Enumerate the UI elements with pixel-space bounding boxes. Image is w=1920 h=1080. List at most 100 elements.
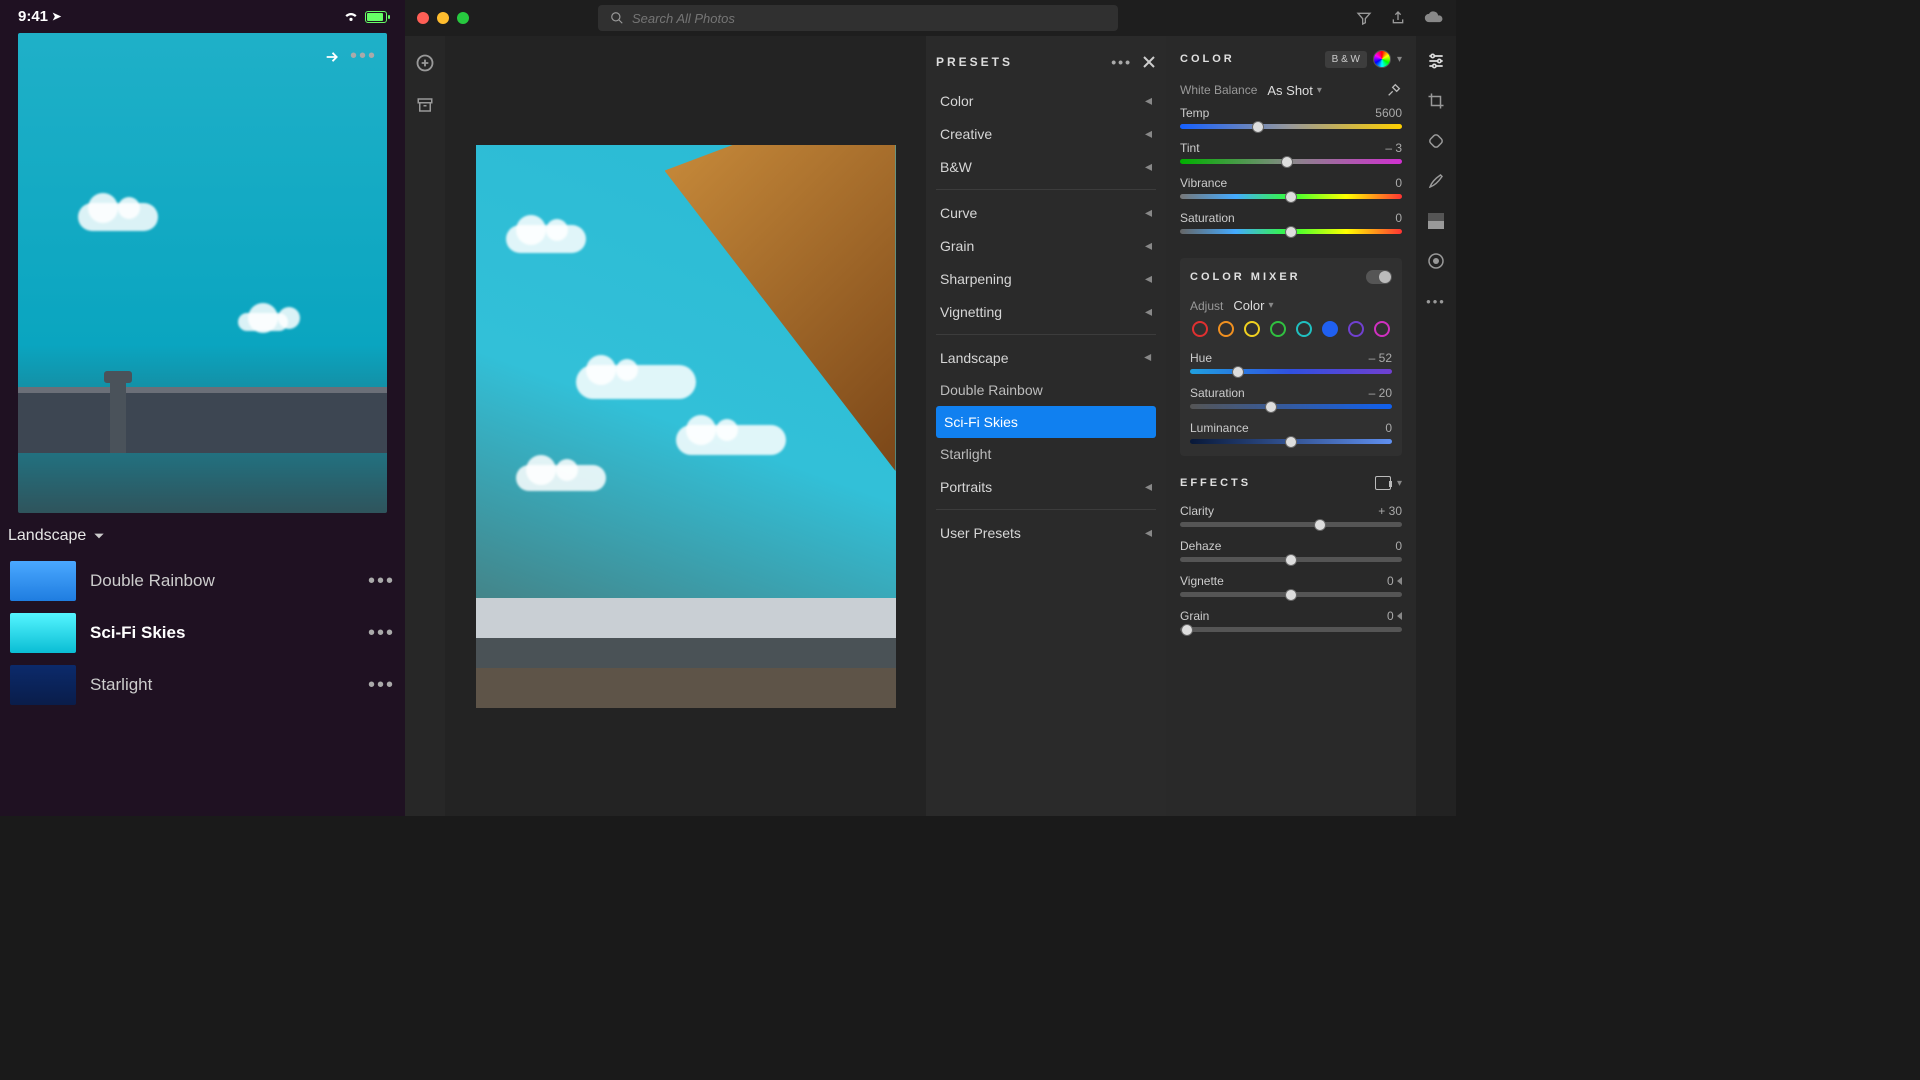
radial-gradient-icon[interactable] [1425, 250, 1447, 272]
color-swatch-row [1190, 317, 1392, 347]
crop-icon[interactable] [1425, 90, 1447, 112]
chevron-down-icon[interactable]: ▾ [1397, 478, 1402, 489]
color-swatch[interactable] [1218, 321, 1234, 337]
close-presets-button[interactable] [1142, 55, 1156, 69]
preset-group-user[interactable]: User Presets ◂ [936, 516, 1156, 549]
main-photo [476, 145, 896, 708]
adjust-select[interactable]: Color ▾ [1233, 298, 1273, 313]
presets-panel-header: PRESETS ••• [936, 50, 1156, 84]
mobile-preset-row[interactable]: Double Rainbow ••• [0, 555, 405, 607]
minimize-window-button[interactable] [437, 12, 449, 24]
search-icon [610, 11, 624, 25]
eyedropper-icon[interactable] [1386, 82, 1402, 98]
search-input[interactable] [632, 11, 1106, 26]
preset-more-button[interactable]: ••• [368, 674, 395, 697]
vignette-slider[interactable]: Vignette 0 [1180, 570, 1402, 605]
preset-more-button[interactable]: ••• [368, 622, 395, 645]
add-photo-button[interactable] [414, 52, 436, 74]
preset-name: Sci-Fi Skies [90, 623, 354, 643]
chevron-left-icon: ◂ [1145, 158, 1152, 175]
preset-item[interactable]: Double Rainbow [936, 374, 1156, 406]
color-section: COLOR B & W ▾ White Balance As Shot ▾ [1180, 46, 1402, 242]
share-icon[interactable] [1390, 10, 1406, 26]
luminance-slider[interactable]: Luminance 0 [1190, 417, 1392, 452]
saturation-slider[interactable]: Saturation 0 [1180, 207, 1402, 242]
mobile-preset-row[interactable]: Sci-Fi Skies ••• [0, 607, 405, 659]
window-controls[interactable] [417, 12, 469, 24]
grain-slider[interactable]: Grain 0 [1180, 605, 1402, 640]
white-balance-select[interactable]: As Shot ▾ [1267, 83, 1322, 98]
white-balance-row[interactable]: White Balance As Shot ▾ [1180, 78, 1402, 102]
color-mixer-section: COLOR MIXER Adjust Color ▾ Hue – 52 Satu… [1180, 258, 1402, 456]
sliders-panel-icon[interactable] [1425, 50, 1447, 72]
title-bar [405, 0, 1456, 36]
expand-caret-icon[interactable] [1397, 577, 1402, 585]
chevron-left-icon: ◂ [1145, 204, 1152, 221]
color-swatch[interactable] [1296, 321, 1312, 337]
zoom-window-button[interactable] [457, 12, 469, 24]
color-swatch[interactable] [1192, 321, 1208, 337]
chevron-down-icon[interactable]: ▾ [1397, 54, 1402, 65]
left-tool-rail [405, 36, 445, 816]
desktop-app: PRESETS ••• Color◂Creative◂B&W◂ Curve◂Gr… [405, 0, 1456, 816]
filter-icon[interactable] [1356, 10, 1372, 26]
color-profile-button[interactable] [1373, 50, 1391, 68]
mobile-preset-row[interactable]: Starlight ••• [0, 659, 405, 711]
battery-icon [365, 11, 387, 23]
heal-icon[interactable] [1425, 130, 1447, 152]
bw-toggle-button[interactable]: B & W [1325, 51, 1367, 68]
brush-icon[interactable] [1425, 170, 1447, 192]
color-mixer-title: COLOR MIXER [1190, 271, 1301, 283]
share-icon[interactable] [320, 47, 340, 67]
chevron-left-icon: ◂ [1145, 478, 1152, 495]
color-swatch[interactable] [1322, 321, 1338, 337]
preset-group-label: Landscape [8, 527, 86, 545]
preset-category-curve[interactable]: Curve◂ [936, 196, 1156, 229]
chevron-left-icon: ◂ [1145, 270, 1152, 287]
preset-category-vignetting[interactable]: Vignetting◂ [936, 295, 1156, 328]
location-arrow-icon: ➤ [52, 10, 61, 23]
more-tools-icon[interactable]: ••• [1425, 290, 1447, 312]
clarity-slider[interactable]: Clarity + 30 [1180, 500, 1402, 535]
preset-category-grain[interactable]: Grain◂ [936, 229, 1156, 262]
preset-category-bw[interactable]: B&W◂ [936, 150, 1156, 183]
preset-more-button[interactable]: ••• [368, 570, 395, 593]
tint-slider[interactable]: Tint – 3 [1180, 137, 1402, 172]
preset-name: Double Rainbow [90, 571, 354, 591]
color-swatch[interactable] [1270, 321, 1286, 337]
preset-item[interactable]: Starlight [936, 438, 1156, 470]
vibrance-slider[interactable]: Vibrance 0 [1180, 172, 1402, 207]
effects-mode-icon[interactable] [1375, 476, 1391, 490]
preset-group-portraits[interactable]: Portraits ◂ [936, 470, 1156, 503]
chevron-left-icon: ◂ [1145, 92, 1152, 109]
color-swatch[interactable] [1244, 321, 1260, 337]
hue-slider[interactable]: Hue – 52 [1190, 347, 1392, 382]
preset-item[interactable]: Sci-Fi Skies [936, 406, 1156, 438]
presets-more-button[interactable]: ••• [1111, 54, 1132, 70]
preset-thumb [10, 665, 76, 705]
saturation-slider[interactable]: Saturation – 20 [1190, 382, 1392, 417]
preset-category-sharpening[interactable]: Sharpening◂ [936, 262, 1156, 295]
dehaze-slider[interactable]: Dehaze 0 [1180, 535, 1402, 570]
effects-title: EFFECTS [1180, 477, 1251, 489]
expand-caret-icon[interactable] [1397, 612, 1402, 620]
search-field[interactable] [598, 5, 1118, 31]
chevron-down-icon: ▾ [1317, 85, 1322, 96]
temp-slider[interactable]: Temp 5600 [1180, 102, 1402, 137]
color-mixer-toggle[interactable] [1366, 270, 1392, 284]
color-swatch[interactable] [1374, 321, 1390, 337]
mobile-preset-group[interactable]: Landscape [0, 513, 405, 555]
mobile-more-button[interactable]: ••• [350, 45, 377, 68]
archive-button[interactable] [414, 94, 436, 116]
color-swatch[interactable] [1348, 321, 1364, 337]
wifi-icon [343, 11, 359, 23]
photo-canvas[interactable] [445, 36, 926, 816]
close-window-button[interactable] [417, 12, 429, 24]
cloud-sync-icon[interactable] [1424, 10, 1444, 26]
preset-group-landscape[interactable]: Landscape ▾ [936, 341, 1156, 374]
linear-gradient-icon[interactable] [1425, 210, 1447, 232]
chevron-down-icon: ▾ [1268, 300, 1273, 311]
preset-category-color[interactable]: Color◂ [936, 84, 1156, 117]
preset-category-creative[interactable]: Creative◂ [936, 117, 1156, 150]
preset-name: Starlight [90, 675, 354, 695]
